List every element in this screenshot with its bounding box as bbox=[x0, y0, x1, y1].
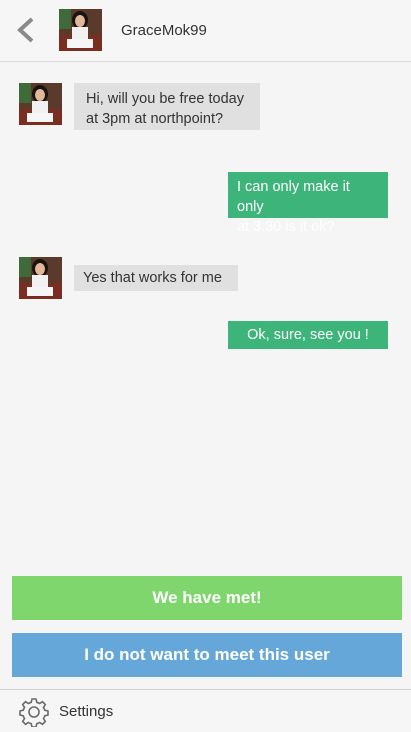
message-text: at 3.30 is it ok? bbox=[237, 219, 335, 235]
back-button[interactable] bbox=[14, 15, 38, 45]
message-text: Ok, sure, see you ! bbox=[247, 327, 369, 343]
chat-username: GraceMok99 bbox=[121, 22, 207, 39]
message-text: at 3pm at northpoint? bbox=[86, 111, 224, 127]
chat-header: GraceMok99 bbox=[0, 0, 411, 62]
message-text: Yes that works for me bbox=[83, 270, 222, 286]
gear-icon bbox=[19, 698, 49, 727]
message-text: I can only make it only bbox=[237, 179, 350, 215]
chevron-left-icon bbox=[17, 17, 34, 43]
message-bubble-outgoing: Ok, sure, see you ! bbox=[228, 321, 388, 349]
message-bubble-incoming: Yes that works for me bbox=[74, 265, 238, 291]
avatar[interactable] bbox=[59, 9, 102, 51]
message-bubble-incoming: Hi, will you be free today at 3pm at nor… bbox=[74, 83, 260, 130]
message-text: Hi, will you be free today bbox=[86, 91, 244, 107]
decline-meet-button[interactable]: I do not want to meet this user bbox=[12, 633, 402, 677]
message-bubble-outgoing: I can only make it only at 3.30 is it ok… bbox=[228, 172, 388, 235]
settings-bar[interactable]: Settings bbox=[0, 689, 411, 732]
settings-label[interactable]: Settings bbox=[59, 703, 113, 720]
avatar[interactable] bbox=[19, 257, 62, 299]
we-have-met-button[interactable]: We have met! bbox=[12, 576, 402, 620]
avatar[interactable] bbox=[19, 83, 62, 125]
